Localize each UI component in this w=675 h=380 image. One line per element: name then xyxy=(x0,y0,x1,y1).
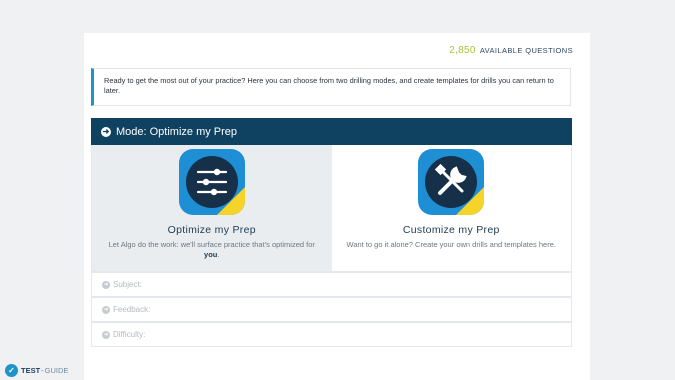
option-optimize-my-prep[interactable]: Optimize my Prep Let Algo do the work: w… xyxy=(92,145,332,271)
arrow-circle-right-icon: ➜ xyxy=(102,305,110,314)
filter-difficulty[interactable]: ➜ Difficulty: xyxy=(91,322,572,347)
arrow-circle-right-icon: ➜ xyxy=(102,280,110,289)
option-description-emphasis: you xyxy=(204,250,218,259)
mode-label: Mode: Optimize my Prep xyxy=(116,125,238,138)
option-title: Customize my Prep xyxy=(402,224,500,236)
tools-icon xyxy=(418,149,485,215)
available-questions: 2,850 AVAILABLE QUESTIONS xyxy=(449,45,573,56)
test-guide-logo: ✓ TEST - GUIDE xyxy=(5,364,68,377)
filter-feedback[interactable]: ➜ Feedback: xyxy=(91,297,572,322)
question-count: 2,850 xyxy=(449,45,476,56)
logo-text-a: TEST xyxy=(21,366,41,375)
test-guide-logo-icon: ✓ xyxy=(5,364,18,377)
logo-text-b: GUIDE xyxy=(44,366,69,375)
filter-label: Subject: xyxy=(113,280,142,289)
arrow-circle-right-icon: ➜ xyxy=(102,330,110,339)
option-title: Optimize my Prep xyxy=(167,224,256,236)
option-description: Want to go it alone? Create your own dri… xyxy=(346,240,556,249)
intro-callout: Ready to get the most out of your practi… xyxy=(91,68,571,106)
question-count-label: AVAILABLE QUESTIONS xyxy=(479,46,573,55)
sliders-icon xyxy=(178,149,245,215)
logo-separator: - xyxy=(41,366,44,375)
filter-subject[interactable]: ➜ Subject: xyxy=(91,272,572,297)
arrow-circle-right-icon: ➜ xyxy=(101,126,111,137)
mode-section-header[interactable]: ➜ Mode: Optimize my Prep xyxy=(91,118,572,145)
filter-label: Difficulty: xyxy=(113,330,146,339)
option-description: Let Algo do the work: we'll surface prac… xyxy=(108,240,315,259)
mode-options: Optimize my Prep Let Algo do the work: w… xyxy=(91,145,572,272)
drill-setup-card: 2,850 AVAILABLE QUESTIONS Ready to get t… xyxy=(84,33,590,380)
option-customize-my-prep[interactable]: Customize my Prep Want to go it alone? C… xyxy=(332,145,572,271)
filter-label: Feedback: xyxy=(113,305,151,314)
